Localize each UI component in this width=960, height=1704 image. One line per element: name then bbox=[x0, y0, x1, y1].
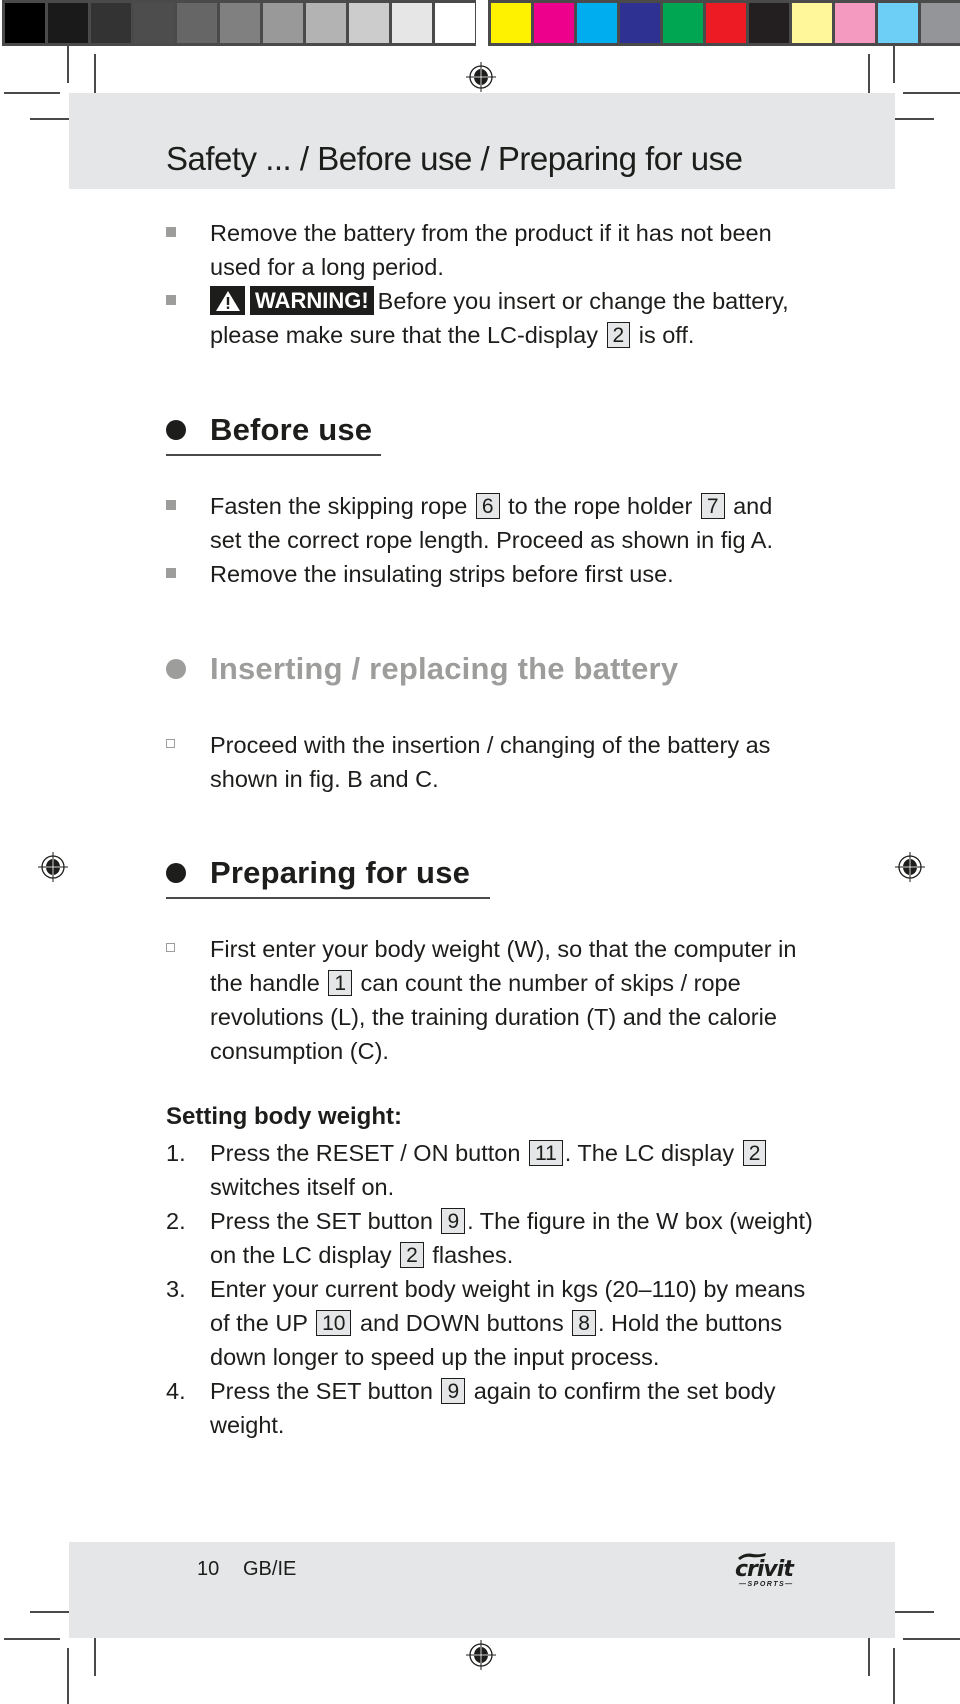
list-item-text: Remove the battery from the product if i… bbox=[210, 220, 772, 280]
warning-text-end: is off. bbox=[638, 322, 695, 348]
step-number: 2. bbox=[166, 1208, 186, 1234]
part-ref-badge: 9 bbox=[441, 1378, 466, 1404]
color-swatch bbox=[835, 3, 875, 43]
step-number: 4. bbox=[166, 1378, 186, 1404]
page-title: Safety ... / Before use / Preparing for … bbox=[166, 140, 743, 177]
registration-mark-icon bbox=[38, 852, 68, 882]
color-swatch bbox=[48, 3, 88, 43]
crop-mark bbox=[903, 1638, 960, 1640]
color-swatch bbox=[306, 3, 346, 43]
section-title: Before use bbox=[210, 412, 373, 447]
color-swatch bbox=[491, 3, 531, 43]
part-ref-badge: 2 bbox=[742, 1140, 767, 1166]
registration-mark-icon bbox=[466, 62, 496, 92]
color-swatch bbox=[91, 3, 131, 43]
part-ref-badge: 11 bbox=[528, 1140, 563, 1166]
square-bullet-icon bbox=[166, 500, 176, 510]
color-swatch bbox=[706, 3, 746, 43]
crop-mark bbox=[67, 46, 69, 83]
step-number: 1. bbox=[166, 1140, 186, 1166]
color-swatch bbox=[435, 3, 475, 43]
section-heading-before-use: Before use bbox=[166, 412, 372, 448]
section-title: Preparing for use bbox=[210, 855, 471, 890]
part-ref-badge: 2 bbox=[400, 1242, 424, 1268]
color-swatch bbox=[263, 3, 303, 43]
warning-triangle-icon bbox=[210, 286, 245, 316]
logo-brand: crivit bbox=[735, 1557, 794, 1582]
color-swatch bbox=[749, 3, 789, 43]
square-bullet-icon bbox=[166, 568, 176, 578]
step-number: 3. bbox=[166, 1276, 186, 1302]
part-ref-badge: 10 bbox=[316, 1310, 352, 1336]
page-number: 10 bbox=[197, 1558, 220, 1580]
color-swatch bbox=[792, 3, 832, 43]
crop-mark bbox=[67, 1648, 69, 1704]
part-ref-badge: 2 bbox=[606, 322, 631, 348]
square-bullet-icon bbox=[166, 295, 176, 305]
color-swatch bbox=[5, 3, 45, 43]
page-language: GB/IE bbox=[243, 1558, 297, 1580]
color-swatch bbox=[878, 3, 918, 43]
bullet-dot-icon bbox=[166, 659, 186, 679]
color-swatch bbox=[921, 3, 960, 43]
color-calibration-bar bbox=[488, 0, 960, 46]
color-swatch bbox=[392, 3, 432, 43]
warning-badge: WARNING! bbox=[210, 286, 374, 316]
hollow-square-bullet-icon bbox=[166, 943, 175, 952]
part-ref-badge: 8 bbox=[572, 1310, 596, 1336]
crop-mark bbox=[903, 92, 960, 94]
section-heading-preparing: Preparing for use bbox=[166, 855, 470, 891]
crivit-sports-logo: crivit —SPORTS— bbox=[733, 1552, 801, 1592]
subheading-setting-body-weight: Setting body weight: bbox=[166, 1103, 402, 1130]
part-ref-badge: 7 bbox=[700, 493, 725, 519]
color-swatch bbox=[534, 3, 574, 43]
color-swatch bbox=[220, 3, 260, 43]
color-swatch bbox=[349, 3, 389, 43]
section-heading-battery: Inserting / replacing the battery bbox=[166, 651, 678, 687]
warning-label: WARNING! bbox=[250, 286, 374, 316]
list-item-text: Proceed with the insertion / changing of… bbox=[210, 732, 771, 792]
color-swatch bbox=[177, 3, 217, 43]
color-swatch bbox=[620, 3, 660, 43]
color-swatch bbox=[577, 3, 617, 43]
part-ref-badge: 6 bbox=[475, 493, 500, 519]
list-item-text: Remove the insulating strips before firs… bbox=[210, 561, 674, 587]
color-swatch bbox=[134, 3, 174, 43]
part-ref-badge: 1 bbox=[328, 970, 352, 996]
heading-underline bbox=[166, 454, 381, 456]
crop-mark bbox=[893, 1648, 895, 1704]
bullet-dot-icon bbox=[166, 420, 186, 440]
part-ref-badge: 9 bbox=[441, 1208, 466, 1234]
logo-sub: —SPORTS— bbox=[739, 1581, 794, 1588]
registration-mark-icon bbox=[895, 852, 925, 882]
hollow-square-bullet-icon bbox=[166, 739, 175, 748]
square-bullet-icon bbox=[166, 227, 176, 237]
grayscale-calibration-bar bbox=[2, 0, 476, 46]
heading-underline bbox=[166, 897, 490, 899]
crop-mark bbox=[4, 1638, 60, 1640]
crop-mark bbox=[893, 46, 895, 83]
color-swatch bbox=[663, 3, 703, 43]
registration-mark-icon bbox=[466, 1640, 496, 1670]
bullet-dot-icon bbox=[166, 863, 186, 883]
crop-mark bbox=[4, 92, 60, 94]
section-title: Inserting / replacing the battery bbox=[210, 651, 679, 686]
